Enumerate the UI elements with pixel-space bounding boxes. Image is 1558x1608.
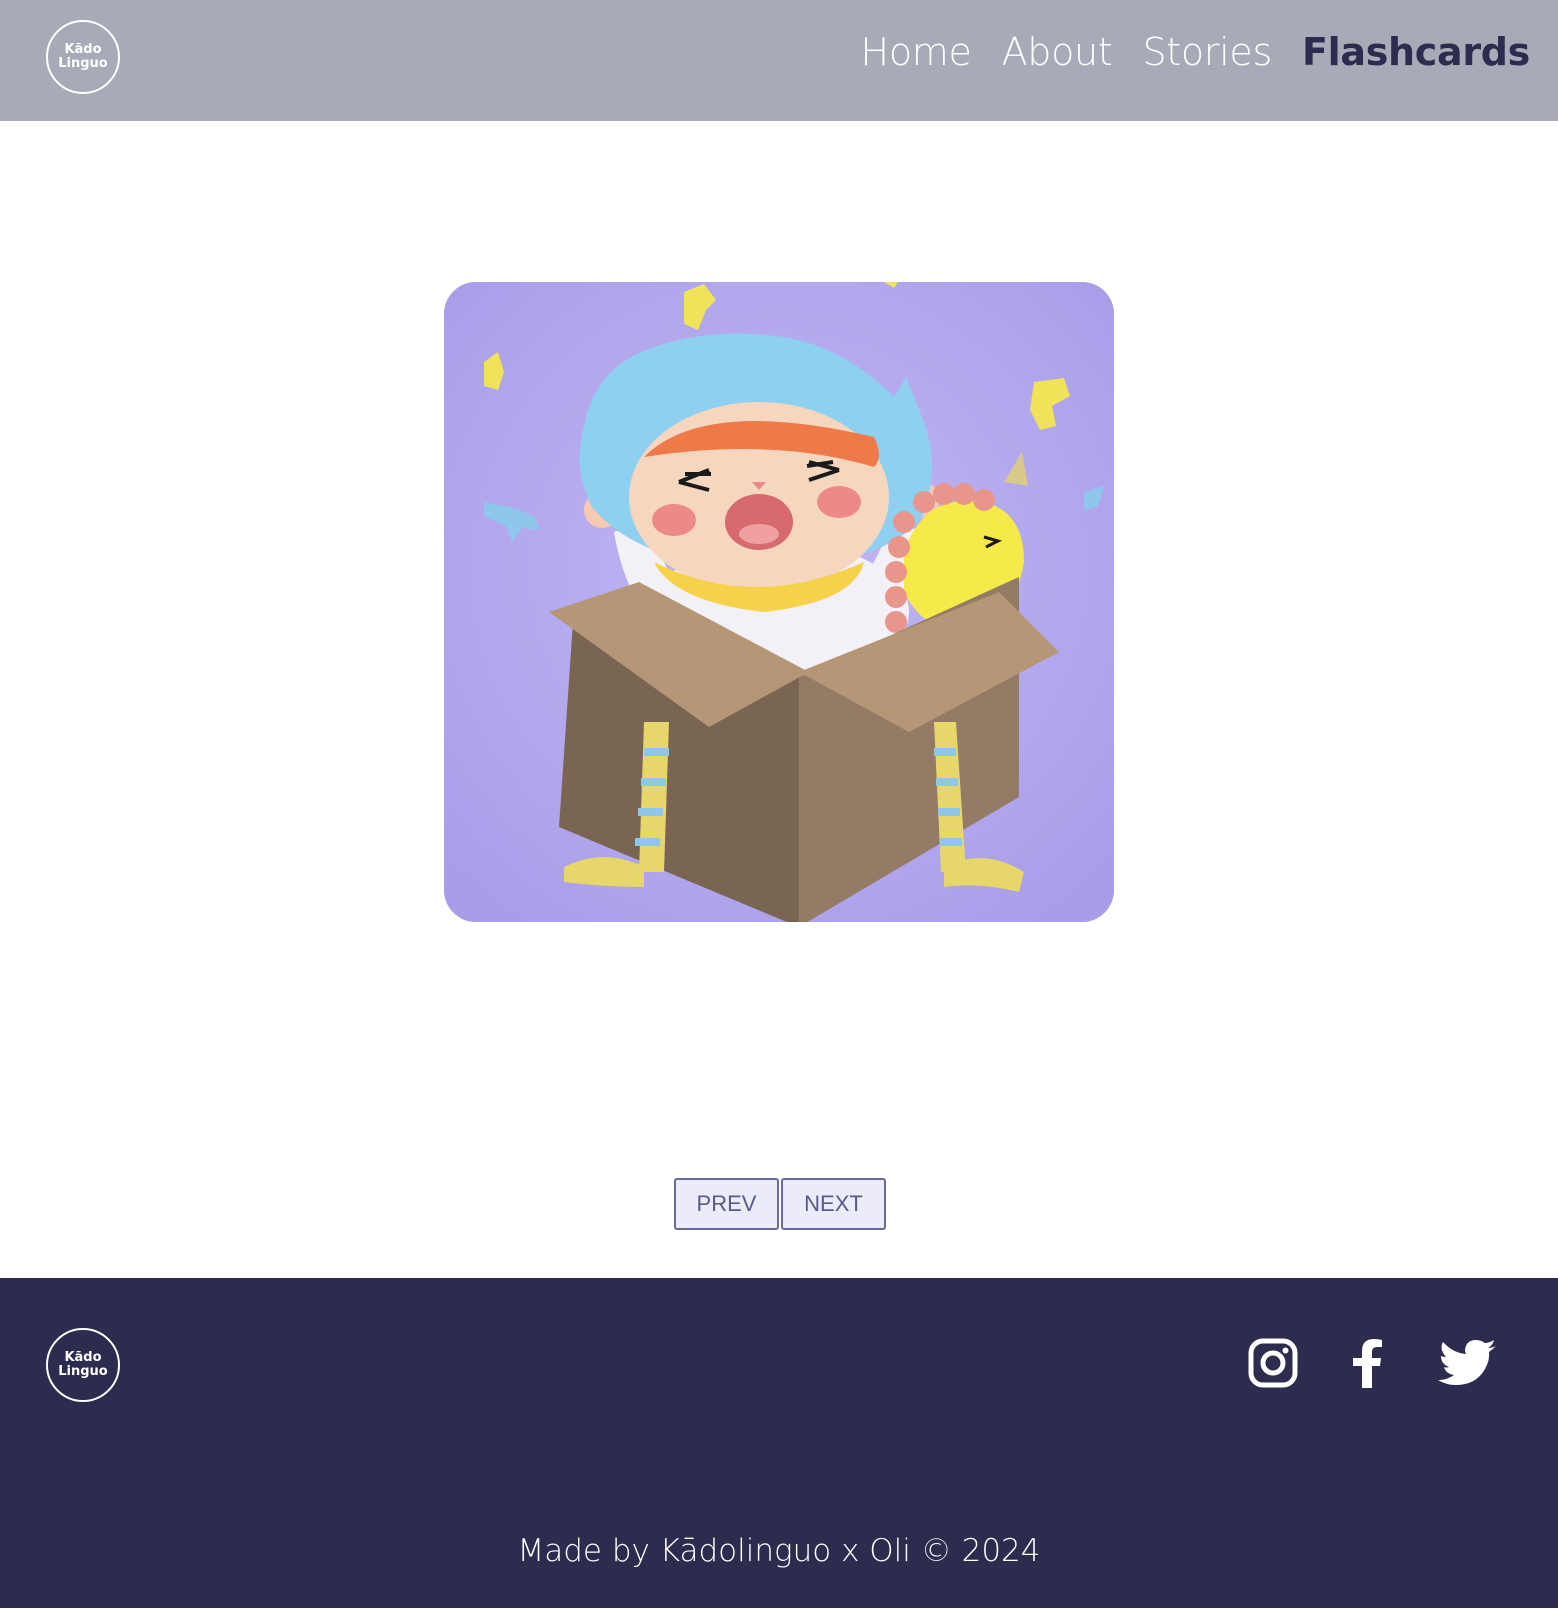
logo-line-2: Linguo (58, 56, 108, 71)
site-logo[interactable]: Kādo Linguo (46, 20, 120, 94)
nav-flashcards[interactable]: Flashcards (1302, 30, 1530, 74)
instagram-icon[interactable] (1248, 1338, 1298, 1392)
nav-home[interactable]: Home (861, 30, 972, 74)
prev-button[interactable]: PREV (674, 1178, 779, 1230)
next-button[interactable]: NEXT (781, 1178, 886, 1230)
nav-about[interactable]: About (1002, 30, 1113, 74)
flashcard-image[interactable] (444, 282, 1114, 922)
main-content: PREV NEXT (0, 121, 1558, 1278)
pager: PREV NEXT (674, 1178, 886, 1230)
facebook-icon[interactable] (1348, 1338, 1384, 1392)
main-nav: Home About Stories Flashcards (861, 30, 1531, 74)
footer-logo-line-2: Linguo (58, 1364, 108, 1379)
cat-in-gift-box-illustration (444, 282, 1114, 922)
logo-line-1: Kādo (64, 42, 102, 57)
footer-logo[interactable]: Kādo Linguo (46, 1328, 120, 1402)
copyright-text: Made by Kādolinguo x Oli © 2024 (517, 1533, 1041, 1569)
site-header: Kādo Linguo Home About Stories Flashcard… (0, 0, 1558, 121)
footer-logo-line-1: Kādo (64, 1350, 102, 1365)
site-footer: Kādo Linguo Made by Kādolinguo x Oli © 2… (0, 1278, 1558, 1608)
nav-stories[interactable]: Stories (1142, 30, 1272, 74)
twitter-icon[interactable] (1438, 1340, 1498, 1394)
